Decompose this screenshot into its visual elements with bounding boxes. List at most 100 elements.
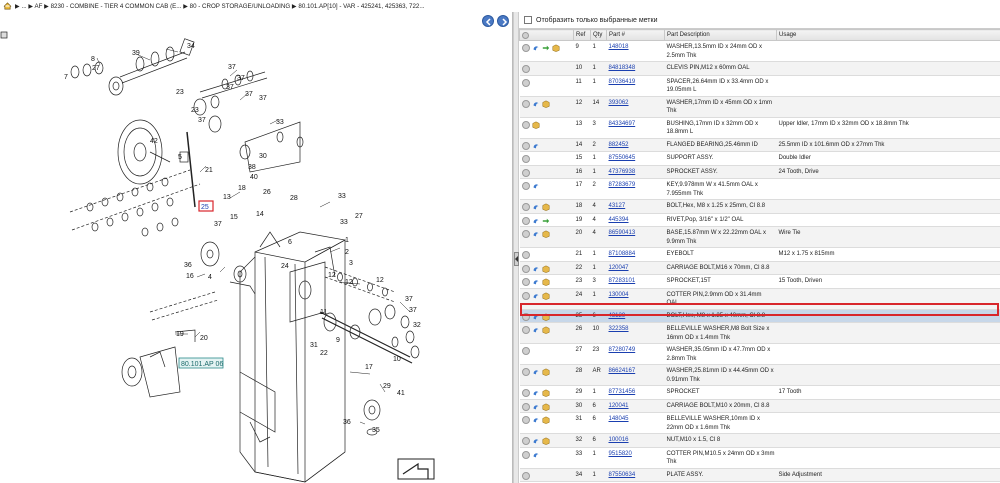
arrow-icon[interactable] — [542, 217, 550, 225]
home-icon[interactable] — [3, 2, 12, 10]
callout[interactable]: 8 — [91, 56, 95, 63]
add-to-cart-icon[interactable] — [521, 120, 530, 129]
callout[interactable]: 27 — [92, 65, 100, 72]
add-to-cart-icon[interactable] — [521, 416, 530, 424]
callout[interactable]: 40 — [250, 174, 258, 181]
add-to-cart-icon[interactable] — [521, 312, 530, 321]
callout[interactable]: 12 — [328, 272, 336, 279]
table-row[interactable]: 20 4 86590413 BASE,15.87mm W x 22.22mm OAL … — [519, 226, 1000, 248]
part-number-link[interactable]: 87283101 — [609, 278, 636, 284]
box-icon[interactable] — [542, 203, 550, 211]
add-to-cart-icon[interactable] — [521, 437, 530, 445]
arrow-icon[interactable] — [542, 44, 550, 52]
table-row[interactable]: 18 4 43127 BOLT,Hex, M8 x 1.25 x 25mm, Cl 8… — [519, 199, 1000, 214]
callout[interactable]: 29 — [383, 383, 391, 390]
part-number-link[interactable]: 84818348 — [609, 65, 636, 71]
callout[interactable]: 10 — [393, 356, 401, 363]
info-icon[interactable] — [532, 203, 540, 211]
box-icon[interactable] — [542, 416, 550, 424]
add-to-cart-icon[interactable] — [521, 471, 530, 480]
callout[interactable]: 33 — [276, 119, 284, 126]
table-row[interactable]: 28 AR 86624167 WASHER,25.81mm ID x 44.45mm … — [519, 364, 1000, 386]
callout[interactable]: 3 — [349, 260, 353, 267]
callout[interactable]: 37 — [237, 75, 245, 82]
add-to-cart-icon[interactable] — [521, 251, 530, 259]
table-row[interactable]: 33 1 9515820 COTTER PIN,M10.5 x 24mm OD x 3… — [519, 447, 1000, 469]
add-to-cart-icon[interactable] — [521, 450, 530, 459]
table-row[interactable]: 19 4 445394 RIVET,Pop, 3/16" x 1/2" OAL — [519, 213, 1000, 227]
callout[interactable]: 28 — [290, 195, 298, 202]
add-to-cart-icon[interactable] — [521, 65, 530, 73]
column-header[interactable]: Qty — [590, 29, 607, 41]
table-row[interactable]: 22 1 120047 CARRIAGE BOLT,M16 x 70mm, Cl 8.… — [519, 261, 1000, 275]
add-to-cart-icon[interactable] — [521, 182, 530, 190]
callout[interactable]: 12 — [376, 277, 384, 284]
box-icon[interactable] — [542, 326, 550, 334]
part-number-link[interactable]: 87550645 — [609, 155, 636, 161]
box-icon[interactable] — [542, 265, 550, 273]
callout[interactable]: 37 — [226, 84, 234, 91]
info-icon[interactable] — [532, 44, 540, 52]
callout[interactable]: 13 — [223, 194, 231, 201]
add-to-cart-icon[interactable] — [521, 368, 530, 376]
callout[interactable]: 33 — [340, 219, 348, 226]
callout[interactable]: 32 — [413, 322, 421, 329]
box-icon[interactable] — [542, 100, 550, 108]
box-icon[interactable] — [542, 437, 550, 445]
callout[interactable]: 37 — [259, 95, 267, 102]
add-to-cart-icon[interactable] — [521, 155, 530, 163]
part-number-link[interactable]: 87283679 — [609, 182, 636, 188]
info-icon[interactable] — [532, 142, 540, 150]
info-icon[interactable] — [532, 292, 540, 300]
part-number-link[interactable]: 87280749 — [609, 347, 636, 353]
callout[interactable]: 36 — [184, 262, 192, 269]
callout[interactable]: 36 — [343, 419, 351, 426]
info-icon[interactable] — [532, 230, 540, 238]
table-row[interactable]: 9 1 148018 WASHER,13.5mm ID x 24mm OD x 2.5… — [519, 40, 1000, 62]
table-row[interactable]: 10 1 84818348 CLEVIS PIN,M12 x 60mm OAL — [519, 61, 1000, 76]
info-icon[interactable] — [532, 278, 540, 286]
box-icon[interactable] — [542, 278, 550, 286]
table-row[interactable]: 13 3 84334697 BUSHING,17mm ID x 32mm OD x 1… — [519, 117, 1000, 139]
table-row[interactable]: 11 1 87036419 SPACER,26.64mm ID x 33.4mm OD… — [519, 75, 1000, 97]
add-to-cart-icon[interactable] — [521, 291, 530, 300]
add-to-cart-icon[interactable] — [521, 389, 530, 397]
callout[interactable]: 24 — [281, 263, 289, 270]
part-number-link[interactable]: 87108884 — [609, 251, 636, 257]
add-to-cart-icon[interactable] — [521, 78, 530, 87]
callout[interactable]: 4 — [208, 274, 212, 281]
info-icon[interactable] — [532, 182, 540, 190]
callout[interactable]: 34 — [187, 43, 195, 50]
callout[interactable]: 38 — [248, 164, 256, 171]
part-number-link[interactable]: 130004 — [609, 292, 629, 298]
table-row[interactable]: 25 6 43129 BOLT,Hex, M8 x 1.25 x 40mm, Cl 8… — [519, 309, 1000, 323]
callout[interactable]: 23 — [176, 89, 184, 96]
column-header[interactable]: Part # — [606, 29, 665, 41]
part-number-link[interactable]: 322358 — [609, 326, 629, 332]
callout[interactable]: 42 — [150, 138, 158, 145]
box-icon[interactable] — [542, 292, 550, 300]
callout[interactable]: 20 — [200, 335, 208, 342]
callout[interactable]: 15 — [230, 214, 238, 221]
add-to-cart-icon[interactable] — [521, 402, 530, 411]
callout[interactable]: 35 — [372, 427, 380, 434]
callout[interactable]: 37 — [245, 91, 253, 98]
box-icon[interactable] — [542, 313, 550, 321]
reference-label[interactable]: 80.101.AP 06 — [181, 361, 223, 368]
exploded-diagram-pane[interactable]: 39 34 8 27 37 37 37 23 37 37 33 42 23 37… — [0, 12, 513, 483]
callout[interactable]: 17 — [365, 364, 373, 371]
callout[interactable]: 23 — [191, 107, 199, 114]
callout[interactable]: 37 — [228, 64, 236, 71]
part-number-link[interactable]: 87550634 — [609, 472, 636, 478]
table-row[interactable]: 16 1 47376938 SPROCKET ASSY. 24 Tooth, Drive — [519, 165, 1000, 179]
add-to-cart-icon[interactable] — [521, 141, 530, 150]
callout[interactable]: 39 — [132, 50, 140, 57]
add-to-cart-icon[interactable] — [521, 44, 530, 52]
callout[interactable]: 21 — [205, 167, 213, 174]
table-row[interactable]: 24 1 130004 COTTER PIN,2.9mm OD x 31.4mm OA… — [519, 288, 1000, 310]
add-to-cart-icon[interactable] — [521, 168, 530, 177]
part-number-link[interactable]: 148018 — [609, 44, 629, 50]
box-icon[interactable] — [542, 389, 550, 397]
part-number-link[interactable]: 87036419 — [609, 79, 636, 85]
box-icon[interactable] — [542, 403, 550, 411]
